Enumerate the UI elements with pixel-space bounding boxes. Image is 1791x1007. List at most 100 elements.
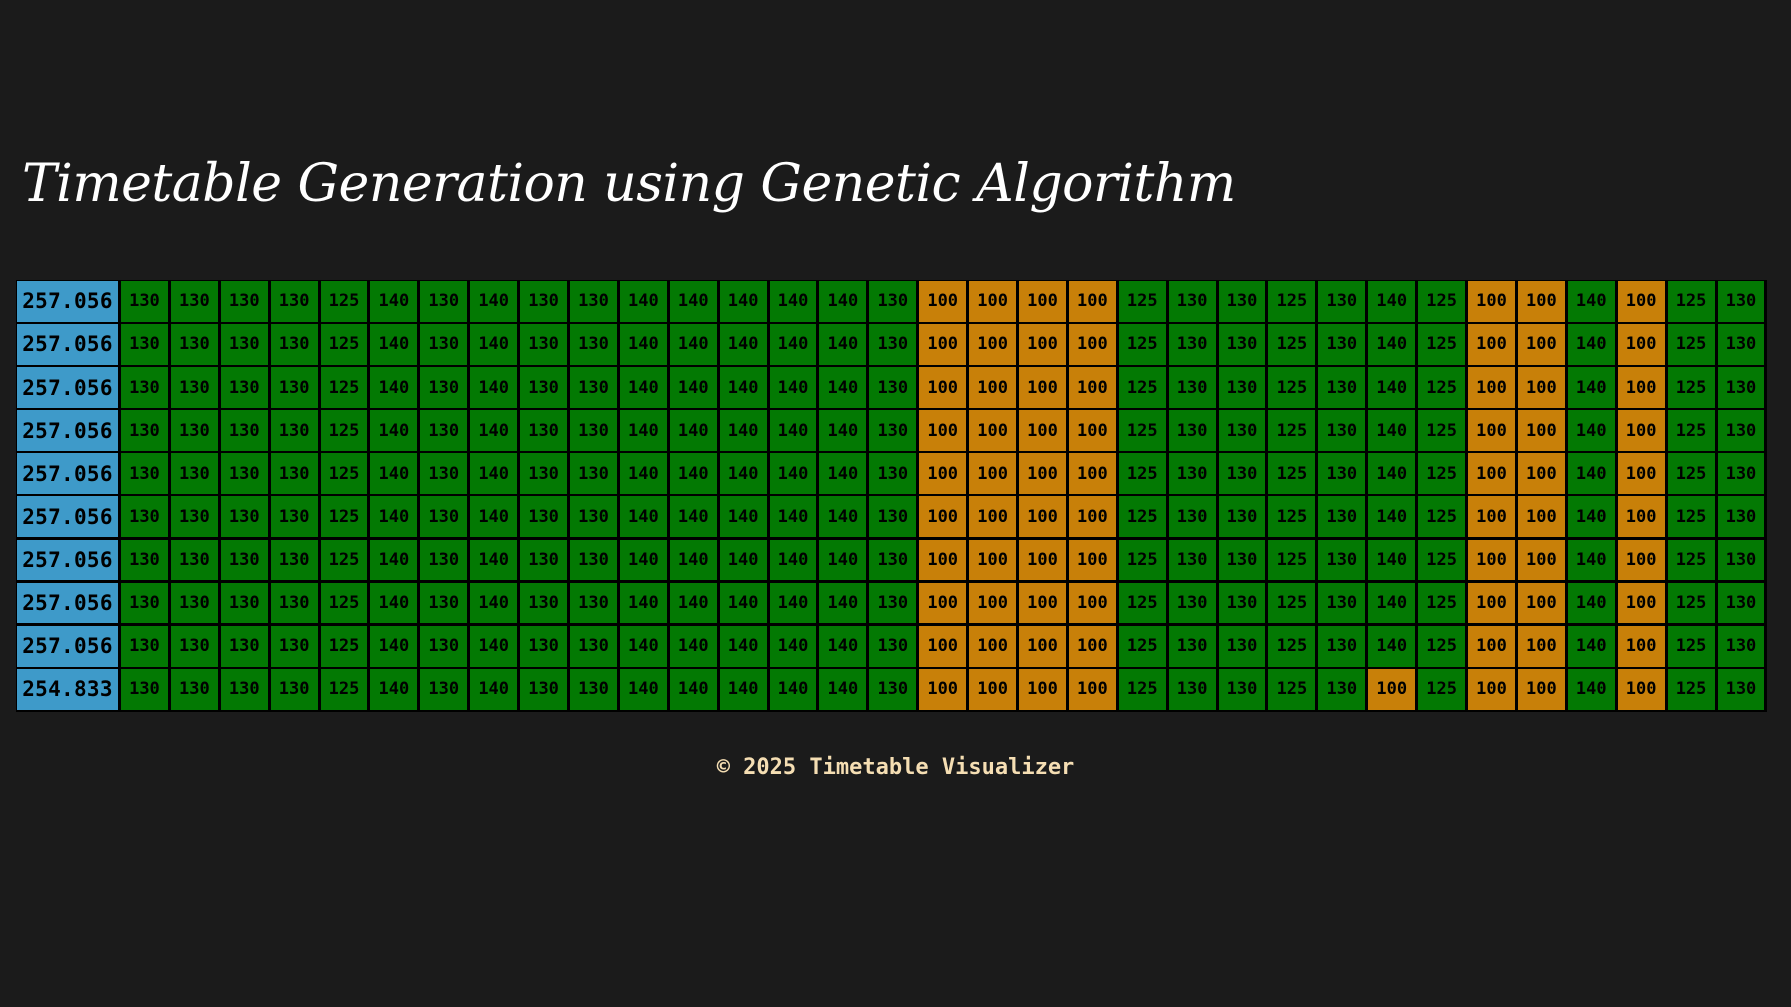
timetable-cell: 130 — [1318, 539, 1366, 581]
timetable-cell: 125 — [1418, 668, 1466, 710]
timetable-cell: 130 — [869, 539, 917, 581]
timetable-cell: 130 — [170, 625, 218, 667]
timetable-cell: 125 — [1118, 668, 1166, 710]
timetable-cell-conflict: 100 — [1019, 453, 1066, 495]
timetable-cell-conflict: 100 — [919, 324, 967, 365]
timetable-cell: 140 — [819, 625, 867, 667]
timetable-cell: 140 — [370, 410, 418, 452]
timetable-cell-conflict: 100 — [1368, 668, 1416, 710]
timetable-cell-conflict: 100 — [1468, 281, 1515, 322]
fitness-cell: 257.056 — [17, 625, 118, 667]
timetable-cell-conflict: 100 — [1468, 410, 1515, 452]
footer-copyright: © 2025 Timetable Visualizer — [716, 755, 1075, 780]
timetable-cell: 140 — [1567, 668, 1615, 710]
timetable-cell: 140 — [769, 410, 817, 452]
timetable-cell: 130 — [570, 582, 617, 624]
timetable-cell: 130 — [220, 367, 268, 408]
timetable-cell: 130 — [570, 668, 617, 710]
timetable-cell: 125 — [1667, 324, 1715, 365]
timetable-cell-conflict: 100 — [1019, 410, 1066, 452]
timetable-cell: 140 — [669, 281, 717, 322]
timetable-cell-conflict: 100 — [1468, 668, 1515, 710]
timetable-cell: 140 — [470, 453, 518, 495]
timetable-cell: 125 — [320, 281, 368, 322]
timetable-cell: 130 — [1168, 410, 1216, 452]
timetable-cell-conflict: 100 — [919, 625, 967, 667]
timetable-cell: 140 — [819, 281, 867, 322]
timetable-cell-conflict: 100 — [1068, 625, 1116, 667]
timetable-cell-conflict: 100 — [919, 410, 967, 452]
timetable-cell: 140 — [819, 367, 867, 408]
timetable-cell: 130 — [170, 281, 218, 322]
timetable-cell-conflict: 100 — [1617, 410, 1665, 452]
timetable-cell: 140 — [819, 582, 867, 624]
timetable-cell: 140 — [769, 367, 817, 408]
timetable-cell-conflict: 100 — [1019, 539, 1066, 581]
timetable-cell: 140 — [619, 410, 667, 452]
timetable-cell: 140 — [1368, 324, 1416, 365]
timetable-cell: 130 — [520, 367, 568, 408]
timetable-cell: 140 — [470, 367, 518, 408]
timetable-cell-conflict: 100 — [1517, 582, 1565, 624]
timetable-cell-conflict: 100 — [919, 539, 967, 581]
timetable-cell: 140 — [470, 324, 518, 365]
timetable-cell: 140 — [1567, 582, 1615, 624]
timetable-cell: 130 — [1717, 324, 1765, 365]
timetable-cell-conflict: 100 — [1517, 367, 1565, 408]
timetable-cell: 125 — [320, 367, 368, 408]
timetable-cell: 130 — [220, 324, 268, 365]
timetable-cell: 130 — [1168, 496, 1216, 538]
timetable-cell: 125 — [1418, 367, 1466, 408]
timetable-cell: 130 — [420, 539, 468, 581]
timetable-cell: 140 — [719, 453, 767, 495]
timetable-cell: 130 — [869, 496, 917, 538]
timetable-cell: 125 — [1418, 582, 1466, 624]
timetable-cell: 130 — [420, 367, 468, 408]
timetable-cell-conflict: 100 — [969, 367, 1017, 408]
timetable-cell: 140 — [619, 582, 667, 624]
timetable-cell-conflict: 100 — [1468, 625, 1515, 667]
timetable-cell: 140 — [719, 281, 767, 322]
timetable-cell: 140 — [769, 582, 817, 624]
timetable-cell-conflict: 100 — [1517, 625, 1565, 667]
timetable-cell: 140 — [370, 453, 418, 495]
timetable-cell: 130 — [1717, 496, 1765, 538]
timetable-cell: 130 — [121, 324, 168, 365]
timetable-cell: 130 — [520, 281, 568, 322]
timetable-cell: 130 — [270, 453, 318, 495]
timetable-cell: 140 — [370, 582, 418, 624]
timetable-cell: 130 — [1717, 625, 1765, 667]
timetable-cell: 130 — [170, 453, 218, 495]
timetable-cell: 130 — [270, 582, 318, 624]
timetable-cell-conflict: 100 — [1617, 324, 1665, 365]
fitness-cell: 257.056 — [17, 496, 118, 538]
timetable-cell: 140 — [719, 539, 767, 581]
timetable-cell: 130 — [220, 539, 268, 581]
timetable-cell: 140 — [769, 539, 817, 581]
timetable-cell-conflict: 100 — [1068, 539, 1116, 581]
timetable-cell-conflict: 100 — [919, 367, 967, 408]
timetable-cell: 130 — [270, 539, 318, 581]
page-title: Timetable Generation using Genetic Algor… — [22, 154, 1236, 214]
timetable-cell: 140 — [370, 281, 418, 322]
timetable-cell: 130 — [270, 324, 318, 365]
timetable-cell: 140 — [819, 496, 867, 538]
timetable-cell: 140 — [719, 582, 767, 624]
timetable-cell-conflict: 100 — [969, 625, 1017, 667]
timetable-cell: 125 — [1118, 367, 1166, 408]
timetable-cell: 140 — [370, 668, 418, 710]
timetable-cell: 140 — [1368, 367, 1416, 408]
timetable-cell: 140 — [669, 324, 717, 365]
timetable-cell: 140 — [370, 539, 418, 581]
timetable-cell-conflict: 100 — [969, 453, 1017, 495]
timetable-cell: 140 — [619, 539, 667, 581]
timetable-cell-conflict: 100 — [969, 582, 1017, 624]
timetable-cell: 140 — [719, 324, 767, 365]
timetable-cell: 140 — [470, 410, 518, 452]
timetable-cell-conflict: 100 — [1068, 324, 1116, 365]
timetable-cell: 130 — [420, 668, 468, 710]
timetable-cell: 130 — [1168, 668, 1216, 710]
timetable-cell: 125 — [1268, 539, 1316, 581]
timetable-cell: 125 — [320, 453, 368, 495]
timetable-cell: 130 — [1318, 410, 1366, 452]
